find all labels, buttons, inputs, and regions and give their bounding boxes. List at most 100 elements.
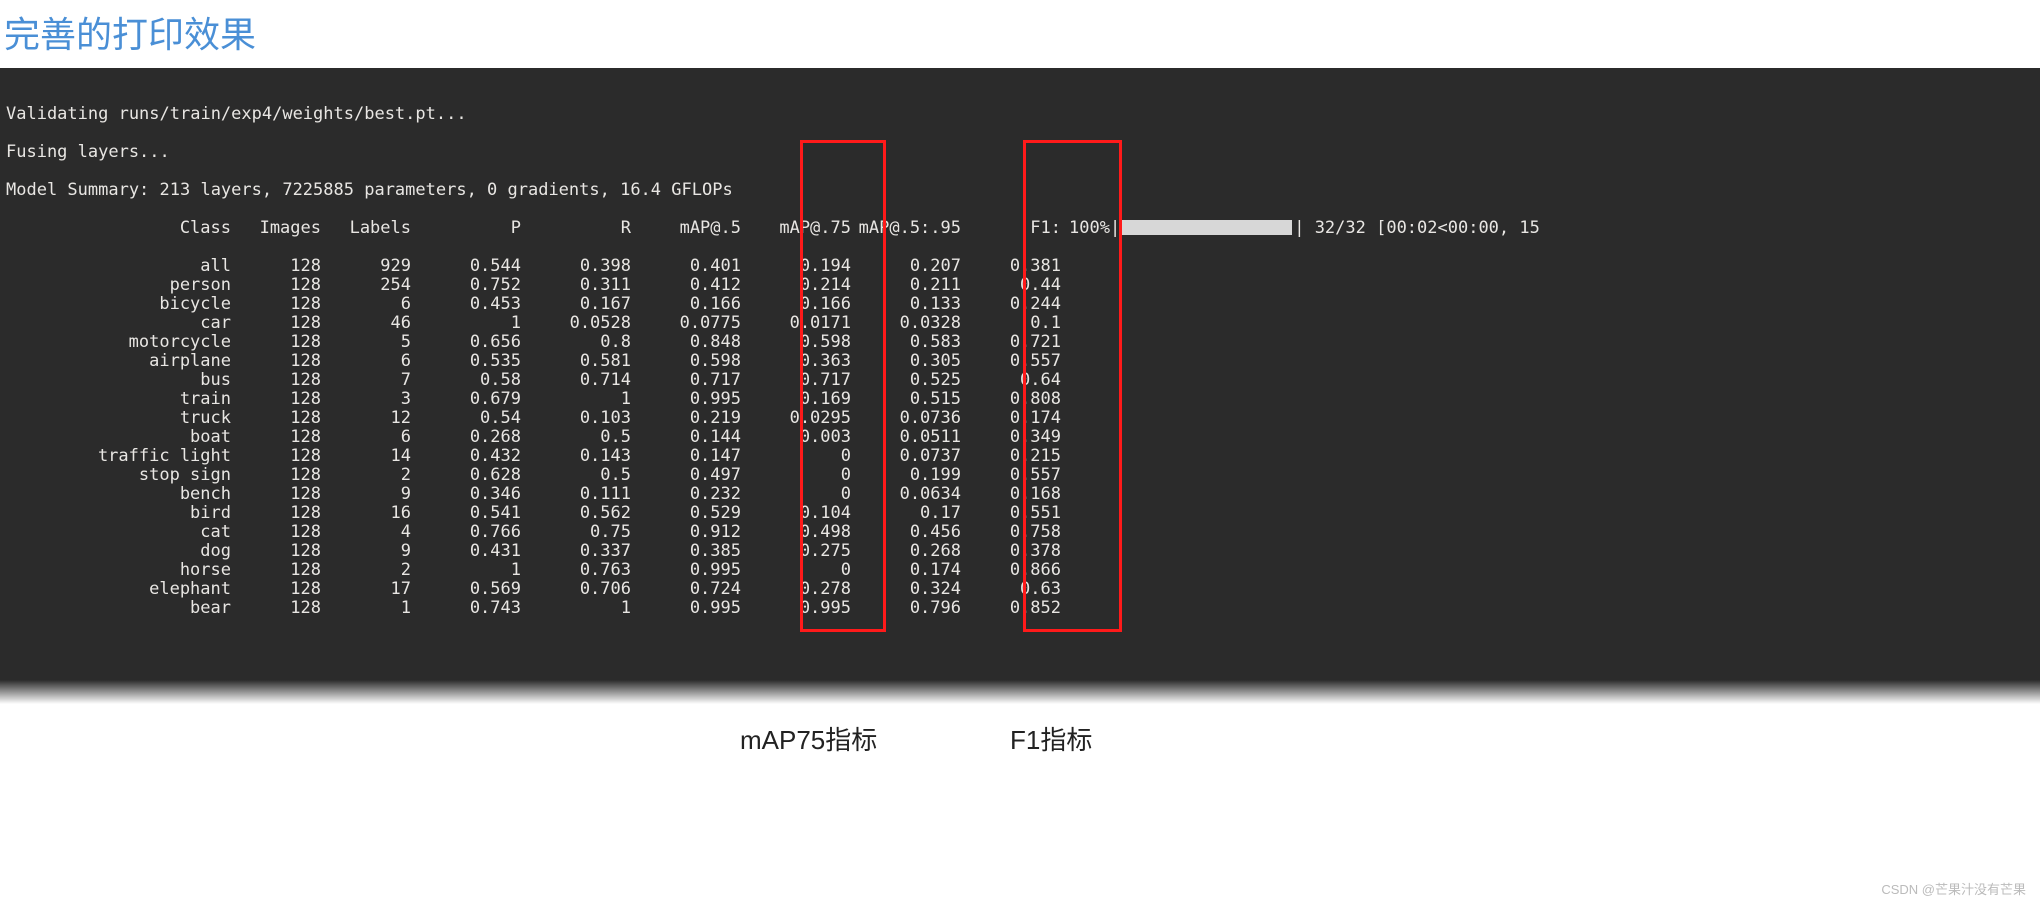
cell-map595: 0.0511 <box>851 428 961 447</box>
cell-map5: 0.912 <box>631 523 741 542</box>
cell-map595: 0.0736 <box>851 409 961 428</box>
cell-map595: 0.133 <box>851 295 961 314</box>
cell-p: 0.58 <box>411 371 521 390</box>
cell-labels: 9 <box>321 485 411 504</box>
progress-bar <box>1122 220 1292 235</box>
cell-class: dog <box>6 542 231 561</box>
cell-map75: 0.717 <box>741 371 851 390</box>
cell-images: 128 <box>231 485 321 504</box>
table-row: train12830.67910.9950.1690.5150.808 <box>6 390 2034 409</box>
cell-map595: 0.796 <box>851 599 961 618</box>
cell-f1: 0.866 <box>961 561 1061 580</box>
cell-images: 128 <box>231 466 321 485</box>
cell-images: 128 <box>231 295 321 314</box>
cell-p: 0.431 <box>411 542 521 561</box>
cell-images: 128 <box>231 599 321 618</box>
table-row: bear12810.74310.9950.9950.7960.852 <box>6 599 2034 618</box>
cell-p: 0.752 <box>411 276 521 295</box>
cell-images: 128 <box>231 447 321 466</box>
cell-images: 128 <box>231 390 321 409</box>
cell-labels: 9 <box>321 542 411 561</box>
cell-images: 128 <box>231 409 321 428</box>
cell-r: 0.167 <box>521 295 631 314</box>
cell-p: 0.432 <box>411 447 521 466</box>
cell-images: 128 <box>231 352 321 371</box>
table-row: bird128160.5410.5620.5290.1040.170.551 <box>6 504 2034 523</box>
cell-map75: 0.214 <box>741 276 851 295</box>
terminal-line: Fusing layers... <box>6 143 2034 162</box>
cell-map5: 0.144 <box>631 428 741 447</box>
cell-labels: 929 <box>321 257 411 276</box>
cell-p: 0.541 <box>411 504 521 523</box>
cell-r: 0.398 <box>521 257 631 276</box>
cell-map5: 0.497 <box>631 466 741 485</box>
cell-class: truck <box>6 409 231 428</box>
col-header-images: Images <box>231 219 321 238</box>
cell-map75: 0.166 <box>741 295 851 314</box>
table-row: boat12860.2680.50.1440.0030.05110.349 <box>6 428 2034 447</box>
cell-map5: 0.995 <box>631 561 741 580</box>
col-header-map595: mAP@.5:.95 <box>851 219 961 238</box>
col-header-f1: F1: <box>961 219 1061 238</box>
cell-labels: 254 <box>321 276 411 295</box>
cell-p: 0.569 <box>411 580 521 599</box>
cell-class: motorcycle <box>6 333 231 352</box>
cell-r: 0.8 <box>521 333 631 352</box>
cell-class: bicycle <box>6 295 231 314</box>
cell-map595: 0.583 <box>851 333 961 352</box>
annotation-row: mAP75指标 F1指标 <box>0 704 2040 764</box>
cell-f1: 0.557 <box>961 352 1061 371</box>
cell-map75: 0.278 <box>741 580 851 599</box>
col-header-r: R <box>521 219 631 238</box>
cell-labels: 6 <box>321 428 411 447</box>
cell-r: 0.337 <box>521 542 631 561</box>
table-row: cat12840.7660.750.9120.4980.4560.758 <box>6 523 2034 542</box>
cell-map75: 0.169 <box>741 390 851 409</box>
cell-map5: 0.995 <box>631 390 741 409</box>
cell-map5: 0.529 <box>631 504 741 523</box>
cell-labels: 3 <box>321 390 411 409</box>
cell-map75: 0 <box>741 447 851 466</box>
cell-r: 0.75 <box>521 523 631 542</box>
cell-f1: 0.381 <box>961 257 1061 276</box>
fade-overlay <box>0 680 2040 704</box>
cell-map5: 0.166 <box>631 295 741 314</box>
cell-f1: 0.168 <box>961 485 1061 504</box>
cell-images: 128 <box>231 542 321 561</box>
table-row: horse128210.7630.99500.1740.866 <box>6 561 2034 580</box>
col-header-map5: mAP@.5 <box>631 219 741 238</box>
cell-r: 0.5 <box>521 428 631 447</box>
cell-p: 0.544 <box>411 257 521 276</box>
cell-labels: 1 <box>321 599 411 618</box>
cell-map75: 0.0171 <box>741 314 851 333</box>
cell-f1: 0.1 <box>961 314 1061 333</box>
table-row: truck128120.540.1030.2190.02950.07360.17… <box>6 409 2034 428</box>
cell-class: boat <box>6 428 231 447</box>
cell-map5: 0.385 <box>631 542 741 561</box>
table-row: person1282540.7520.3110.4120.2140.2110.4… <box>6 276 2034 295</box>
cell-class: bird <box>6 504 231 523</box>
annotation-f1: F1指标 <box>1010 720 1092 757</box>
cell-class: bus <box>6 371 231 390</box>
cell-f1: 0.244 <box>961 295 1061 314</box>
cell-labels: 6 <box>321 352 411 371</box>
cell-class: car <box>6 314 231 333</box>
cell-f1: 0.215 <box>961 447 1061 466</box>
cell-f1: 0.349 <box>961 428 1061 447</box>
cell-map5: 0.412 <box>631 276 741 295</box>
cell-class: person <box>6 276 231 295</box>
cell-labels: 12 <box>321 409 411 428</box>
cell-r: 1 <box>521 390 631 409</box>
cell-map5: 0.724 <box>631 580 741 599</box>
cell-map5: 0.147 <box>631 447 741 466</box>
table-row: motorcycle12850.6560.80.8480.5980.5830.7… <box>6 333 2034 352</box>
cell-labels: 7 <box>321 371 411 390</box>
cell-f1: 0.44 <box>961 276 1061 295</box>
cell-map595: 0.525 <box>851 371 961 390</box>
cell-labels: 5 <box>321 333 411 352</box>
cell-p: 0.766 <box>411 523 521 542</box>
cell-map75: 0.498 <box>741 523 851 542</box>
cell-map595: 0.0328 <box>851 314 961 333</box>
cell-p: 0.535 <box>411 352 521 371</box>
cell-labels: 17 <box>321 580 411 599</box>
